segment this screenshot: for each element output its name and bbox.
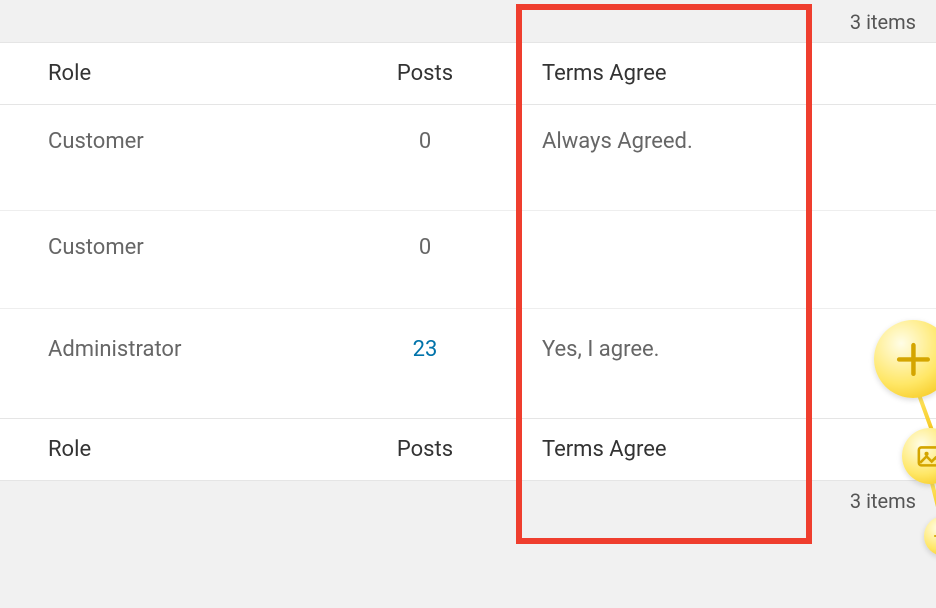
posts-link: 23	[413, 337, 438, 362]
cell-posts: 0	[340, 105, 510, 211]
cell-terms: Yes, I agree.	[510, 309, 790, 419]
footer-posts[interactable]: Posts	[340, 419, 510, 481]
cell-role: Administrator	[0, 309, 340, 419]
header-spacer	[790, 43, 936, 105]
header-posts[interactable]: Posts	[340, 43, 510, 105]
table-header-row: Role Posts Terms Agree	[0, 43, 936, 105]
items-count-bottom: 3 items	[0, 481, 936, 523]
header-role[interactable]: Role	[0, 43, 340, 105]
cell-posts: 0	[340, 211, 510, 309]
header-terms[interactable]: Terms Agree	[510, 43, 790, 105]
footer-terms[interactable]: Terms Agree	[510, 419, 790, 481]
cell-role: Customer	[0, 105, 340, 211]
table-footer-row: Role Posts Terms Agree	[0, 419, 936, 481]
cell-terms: Always Agreed.	[510, 105, 790, 211]
cell-posts[interactable]: 23	[340, 309, 510, 419]
table-row[interactable]: Customer 0 Always Agreed.	[0, 105, 936, 211]
cell-terms	[510, 211, 790, 309]
footer-role[interactable]: Role	[0, 419, 340, 481]
table-row[interactable]: Customer 0	[0, 211, 936, 309]
items-count-top: 3 items	[0, 0, 936, 42]
cell-role: Customer	[0, 211, 340, 309]
users-table: Role Posts Terms Agree Customer 0 Always…	[0, 42, 936, 481]
table-row[interactable]: Administrator 23 Yes, I agree.	[0, 309, 936, 419]
